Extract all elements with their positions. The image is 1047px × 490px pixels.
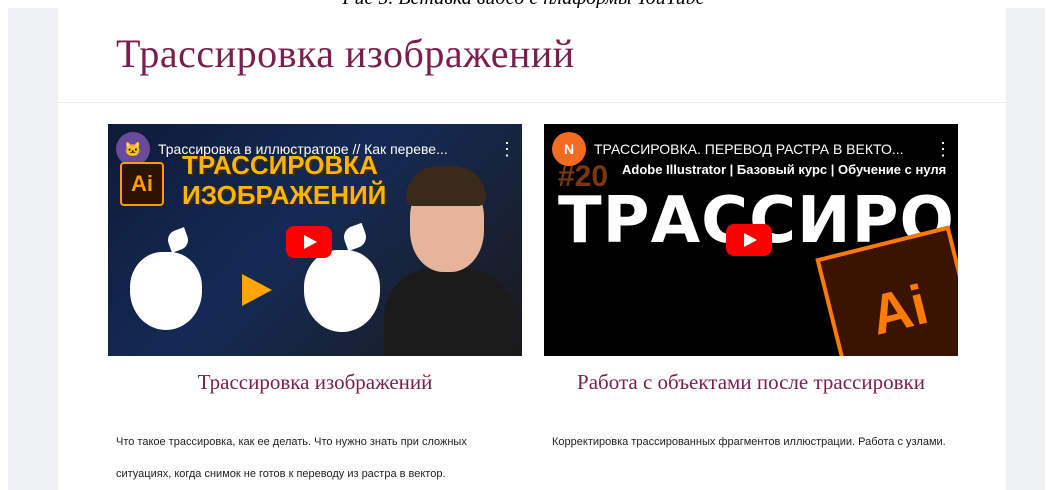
play-button-icon[interactable]: [286, 226, 332, 258]
video-embed-1[interactable]: 🐱 Трассировка в иллюстраторе // Как пере…: [108, 124, 522, 356]
play-button-icon[interactable]: [726, 224, 772, 256]
arrow-right-icon: [242, 274, 272, 306]
card-title-1[interactable]: Трассировка изображений: [108, 370, 522, 395]
more-options-icon[interactable]: ⋮: [934, 139, 952, 160]
card-description-1: Что такое трассировка, как ее делать. Чт…: [116, 436, 467, 480]
thumbnail-subtitle: Adobe Illustrator | Базовый курс | Обуче…: [622, 162, 947, 177]
video-title[interactable]: ТРАССИРОВКА. ПЕРЕВОД РАСТРА В ВЕКТО...: [594, 141, 934, 157]
card-title-2[interactable]: Работа с объектами после трассировки: [544, 370, 958, 395]
video-header: N ТРАССИРОВКА. ПЕРЕВОД РАСТРА В ВЕКТО...…: [552, 132, 952, 166]
card-description-2: Корректировка трассированных фрагментов …: [552, 436, 946, 448]
apple-leaf-pixel: [165, 227, 191, 253]
apple-vector-icon: [304, 250, 380, 332]
video-embed-2[interactable]: N ТРАССИРОВКА. ПЕРЕВОД РАСТРА В ВЕКТО...…: [544, 124, 958, 356]
thumbnail-headline: ТРАССИРОВКА ИЗОБРАЖЕНИЙ: [182, 150, 387, 210]
illustrator-logo: Ai: [120, 162, 164, 206]
channel-avatar-icon[interactable]: 🐱: [116, 132, 150, 166]
apple-pixel-icon: [130, 252, 202, 330]
presenter-photo: [384, 156, 514, 356]
content-page: Трассировка изображений 🐱 Трассировка в …: [58, 8, 1006, 490]
title-divider: [58, 102, 1006, 103]
apple-leaf-vector: [340, 222, 370, 252]
page-title: Трассировка изображений: [116, 31, 575, 76]
